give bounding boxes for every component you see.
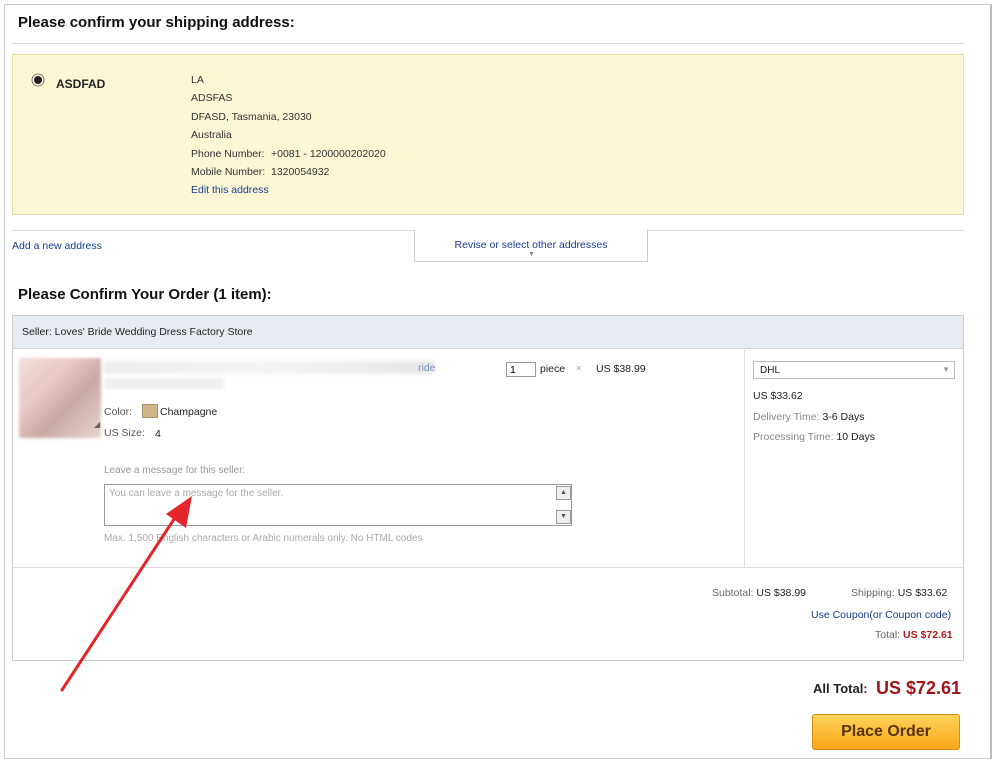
shipping-method-value: DHL (760, 365, 781, 376)
color-value: Champagne (160, 406, 218, 418)
chevron-down-icon: ▼ (528, 251, 535, 258)
shipping-heading: Please confirm your shipping address: (18, 14, 295, 31)
delivery-time-value: 3-6 Days (822, 411, 865, 423)
address-line-3: DFASD, Tasmania, 23030 (191, 110, 312, 123)
size-label: US Size: (104, 427, 145, 439)
edit-address-link[interactable]: Edit this address (191, 184, 269, 196)
chevron-down-icon: ▼ (942, 365, 950, 374)
subtotal-label: Subtotal: (712, 587, 754, 599)
quantity-unit: piece (540, 363, 566, 375)
product-thumbnail[interactable] (19, 358, 101, 438)
message-hint: Max. 1,500 English characters or Arabic … (104, 533, 423, 544)
shipping-cost: US $33.62 (753, 390, 803, 402)
selected-address-card[interactable]: ASDFAD LA ADSFAS DFASD, Tasmania, 23030 … (12, 54, 964, 215)
product-title-link[interactable]: ride (418, 362, 436, 374)
scroll-up-icon[interactable]: ▲ (556, 486, 571, 500)
order-card: Seller: Loves' Bride Wedding Dress Facto… (12, 315, 964, 661)
divider (744, 350, 745, 567)
all-total-value: US $72.61 (876, 678, 962, 698)
address-contact-name: ASDFAD (56, 77, 106, 91)
add-new-address-link[interactable]: Add a new address (12, 240, 102, 252)
store-total-value: US $72.61 (903, 629, 953, 641)
color-label: Color: (104, 406, 133, 418)
quantity-input[interactable] (506, 362, 536, 377)
product-title-redacted-line (104, 378, 224, 389)
message-label: Leave a message for this seller: (104, 465, 246, 476)
delivery-time-row: Delivery Time: 3-6 Days (753, 411, 864, 423)
address-mobile-row: Mobile Number: 1320054932 (191, 163, 386, 181)
address-details: LA ADSFAS DFASD, Tasmania, 23030 Austral… (191, 71, 386, 200)
order-heading: Please Confirm Your Order (1 item): (18, 286, 272, 303)
phone-value: +0081 - 1200000202020 (271, 147, 386, 160)
multiply-icon: × (576, 363, 582, 373)
message-placeholder: You can leave a message for the seller. (109, 488, 284, 499)
color-swatch (142, 404, 158, 418)
place-order-button[interactable]: Place Order (812, 714, 960, 750)
message-textarea[interactable]: You can leave a message for the seller. … (104, 484, 572, 526)
seller-bar: Seller: Loves' Bride Wedding Dress Facto… (13, 316, 963, 349)
use-coupon-link[interactable]: Use Coupon(or Coupon code) (811, 609, 951, 621)
shipping-label: Shipping: (851, 587, 895, 599)
phone-label: Phone Number: (191, 147, 265, 160)
revise-addresses-button[interactable]: Revise or select other addresses ▼ (414, 230, 648, 262)
store-total-row: Total: US $72.61 (875, 629, 953, 641)
mobile-value: 1320054932 (271, 166, 330, 179)
revise-addresses-label: Revise or select other addresses (454, 239, 608, 251)
processing-time-value: 10 Days (836, 431, 875, 443)
subtotal-value: US $38.99 (756, 587, 806, 599)
divider (13, 567, 963, 568)
address-phone-row: Phone Number: +0081 - 1200000202020 (191, 145, 386, 163)
shipping-row: Shipping: US $33.62 (851, 587, 947, 599)
delivery-time-label: Delivery Time: (753, 411, 820, 423)
subtotal-row: Subtotal: US $38.99 (712, 587, 806, 599)
processing-time-label: Processing Time: (753, 431, 834, 443)
divider (12, 43, 964, 44)
address-line-1: LA (191, 74, 204, 86)
product-title-redacted (104, 361, 434, 374)
address-country: Australia (191, 129, 232, 142)
store-total-label: Total: (875, 629, 901, 641)
processing-time-row: Processing Time: 10 Days (753, 431, 875, 443)
shipping-method-select[interactable]: DHL ▼ (753, 361, 955, 379)
scroll-down-icon[interactable]: ▼ (556, 510, 571, 524)
unit-price: US $38.99 (596, 363, 646, 375)
size-value: 4 (155, 428, 161, 440)
shipping-value: US $33.62 (897, 587, 948, 599)
thumbnail-corner-icon: ◢ (94, 420, 101, 429)
mobile-label: Mobile Number: (191, 166, 266, 179)
address-radio-selected[interactable] (34, 76, 42, 84)
all-total-label: All Total: (813, 681, 868, 696)
address-line-2: ADSFAS (191, 92, 233, 105)
